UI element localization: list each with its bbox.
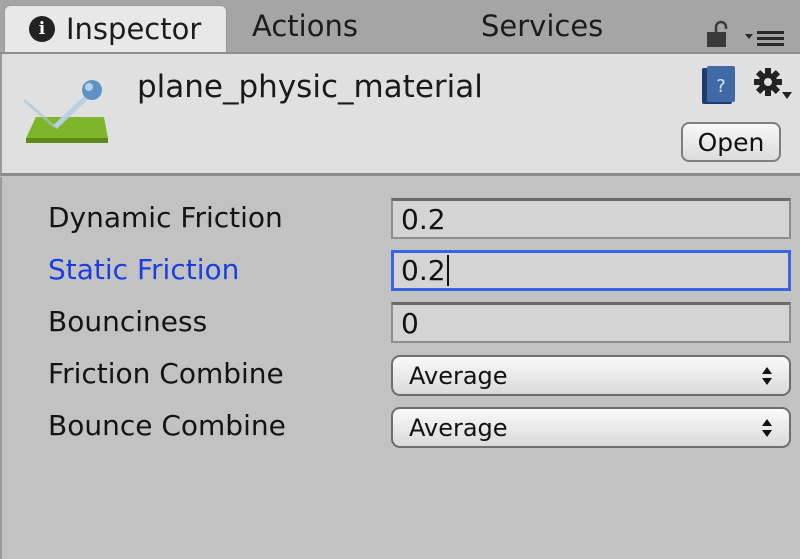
bounciness-label: Bounciness bbox=[48, 305, 208, 338]
tab-services-label: Services bbox=[481, 9, 604, 43]
tab-inspector[interactable]: i Inspector bbox=[4, 5, 227, 52]
friction-combine-value: Average bbox=[409, 361, 508, 390]
tab-actions-label: Actions bbox=[252, 9, 358, 43]
lock-open-icon[interactable] bbox=[706, 20, 728, 48]
static-friction-label: Static Friction bbox=[48, 253, 240, 286]
tab-services[interactable]: Services bbox=[481, 0, 603, 52]
dynamic-friction-value: 0.2 bbox=[401, 202, 446, 236]
select-arrows-icon bbox=[762, 367, 772, 385]
friction-combine-label: Friction Combine bbox=[48, 357, 284, 390]
open-button[interactable]: Open bbox=[681, 122, 781, 162]
inspector-header: plane_physic_material ? Open bbox=[0, 54, 800, 176]
bounce-combine-value: Average bbox=[409, 413, 508, 442]
gear-icon[interactable] bbox=[752, 66, 794, 102]
tab-inspector-label: Inspector bbox=[66, 12, 202, 46]
static-friction-field[interactable]: 0.2 bbox=[391, 250, 791, 291]
asset-name: plane_physic_material bbox=[137, 69, 483, 105]
properties-panel: Dynamic Friction 0.2 Static Friction 0.2… bbox=[0, 177, 800, 559]
tab-actions[interactable]: Actions bbox=[252, 0, 358, 52]
static-friction-value: 0.2 bbox=[401, 254, 446, 287]
bounciness-value: 0 bbox=[401, 306, 419, 340]
help-book-icon[interactable]: ? bbox=[700, 64, 738, 108]
friction-combine-select[interactable]: Average bbox=[391, 355, 791, 396]
bounciness-field[interactable]: 0 bbox=[391, 302, 791, 343]
text-caret bbox=[446, 255, 449, 286]
tab-bar: i Inspector Actions Services bbox=[0, 0, 800, 54]
bounce-combine-label: Bounce Combine bbox=[48, 409, 286, 442]
select-arrows-icon bbox=[762, 419, 772, 437]
svg-text:?: ? bbox=[716, 76, 726, 97]
tab-menu-icon[interactable] bbox=[744, 28, 786, 48]
physic-material-icon bbox=[23, 80, 108, 143]
dynamic-friction-field[interactable]: 0.2 bbox=[391, 198, 791, 239]
dynamic-friction-label: Dynamic Friction bbox=[48, 201, 283, 234]
info-icon: i bbox=[29, 16, 55, 42]
bounce-combine-select[interactable]: Average bbox=[391, 407, 791, 448]
